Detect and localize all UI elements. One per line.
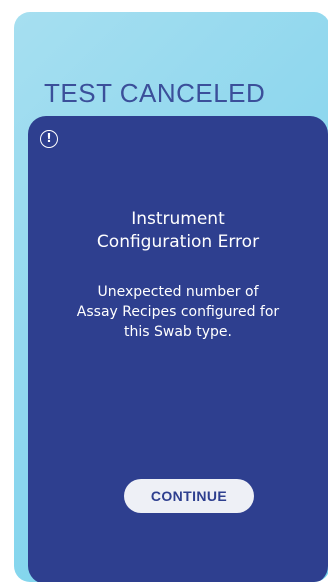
error-title: Instrument Configuration Error	[28, 208, 328, 254]
error-message: Unexpected number of Assay Recipes confi…	[54, 282, 302, 342]
error-dialog: ! Instrument Configuration Error Unexpec…	[28, 116, 328, 582]
error-message-line-3: this Swab type.	[124, 324, 232, 340]
page-title: TEST CANCELED	[44, 78, 266, 108]
alert-circle-icon: !	[40, 130, 58, 148]
continue-button[interactable]: CONTINUE	[124, 479, 254, 513]
error-title-line-2: Configuration Error	[96, 232, 260, 252]
error-message-line-2: Assay Recipes configured for	[76, 304, 280, 320]
error-message-line-1: Unexpected number of	[97, 284, 259, 300]
device-screen: TEST CANCELED ! Instrument Configuration…	[14, 12, 328, 582]
error-title-line-1: Instrument	[131, 209, 225, 229]
